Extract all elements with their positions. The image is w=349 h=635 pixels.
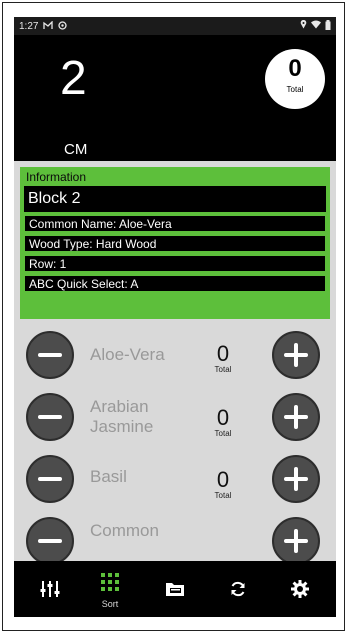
info-row-abc-quick-select[interactable]: ABC Quick Select: A: [24, 275, 326, 292]
plant-count: 0 Total: [210, 341, 236, 375]
information-panel: Information Block 2 Common Name: Aloe-Ve…: [20, 167, 330, 319]
decrement-button[interactable]: [26, 331, 74, 379]
app-screen: 1:27 2 CM 0 Total Information Block 2 Co…: [14, 17, 336, 617]
plant-count-label: Total: [214, 429, 232, 438]
media-icon: [58, 20, 68, 32]
sort-label: Sort: [101, 599, 119, 609]
nav-folder-button[interactable]: [155, 569, 195, 609]
counter-header: 2 CM 0 Total: [14, 35, 336, 161]
location-icon: [300, 19, 307, 32]
increment-button[interactable]: [272, 517, 320, 561]
list-item-aloe-vera: Aloe-Vera 0 Total: [14, 325, 336, 385]
count-value: 2: [60, 52, 87, 105]
total-label: Total: [286, 85, 304, 94]
sync-icon: [229, 581, 247, 602]
minus-icon: [38, 539, 62, 543]
plant-name: Common: [90, 521, 159, 540]
unit-label: CM: [64, 141, 88, 158]
total-badge[interactable]: 0 Total: [265, 49, 325, 109]
minus-icon: [38, 353, 62, 357]
status-bar: 1:27: [14, 17, 336, 35]
plant-count-value: 0: [216, 467, 230, 492]
decrement-button[interactable]: [26, 517, 74, 561]
notification-icon: [43, 19, 54, 32]
plant-list[interactable]: Aloe-Vera 0 Total Arabian Jasmine 0 Tota…: [14, 325, 336, 561]
settings-icon: [290, 580, 310, 603]
total-value: 0: [288, 55, 302, 82]
list-item-common: Common: [14, 511, 336, 561]
plant-count: 0 Total: [210, 405, 236, 439]
status-time: 1:27: [19, 20, 39, 32]
information-header: Information: [26, 170, 87, 184]
folder-icon: [165, 583, 185, 602]
increment-button[interactable]: [272, 455, 320, 503]
bottom-navigation: Sort: [14, 561, 336, 617]
nav-settings-button[interactable]: [280, 569, 320, 609]
increment-button[interactable]: [272, 331, 320, 379]
decrement-button[interactable]: [26, 455, 74, 503]
plant-count: 0 Total: [210, 467, 236, 501]
plant-count-label: Total: [214, 491, 232, 500]
wifi-icon: [311, 20, 321, 32]
plant-name: Arabian Jasmine: [90, 397, 154, 436]
plant-count-label: Total: [214, 365, 232, 374]
list-item-basil: Basil 0 Total: [14, 449, 336, 509]
increment-button[interactable]: [272, 393, 320, 441]
minus-icon: [38, 477, 62, 481]
block-title: Block 2: [24, 186, 326, 212]
nav-adjust-button[interactable]: [30, 569, 70, 609]
info-row-row: Row: 1: [24, 255, 326, 272]
plant-name: Basil: [90, 467, 127, 486]
info-row-common-name: Common Name: Aloe-Vera: [24, 215, 326, 232]
nav-sync-button[interactable]: [218, 569, 258, 609]
list-item-arabian-jasmine: Arabian Jasmine 0 Total: [14, 387, 336, 447]
minus-icon: [38, 415, 62, 419]
plant-name: Aloe-Vera: [90, 345, 165, 364]
adjust-icon: [39, 581, 61, 604]
nav-sort-button[interactable]: Sort: [90, 569, 130, 609]
plant-count-value: 0: [216, 405, 230, 430]
battery-icon: [325, 19, 331, 33]
decrement-button[interactable]: [26, 393, 74, 441]
plant-count-value: 0: [216, 341, 230, 366]
sort-grid-icon: [101, 573, 119, 595]
info-row-wood-type: Wood Type: Hard Wood: [24, 235, 326, 252]
